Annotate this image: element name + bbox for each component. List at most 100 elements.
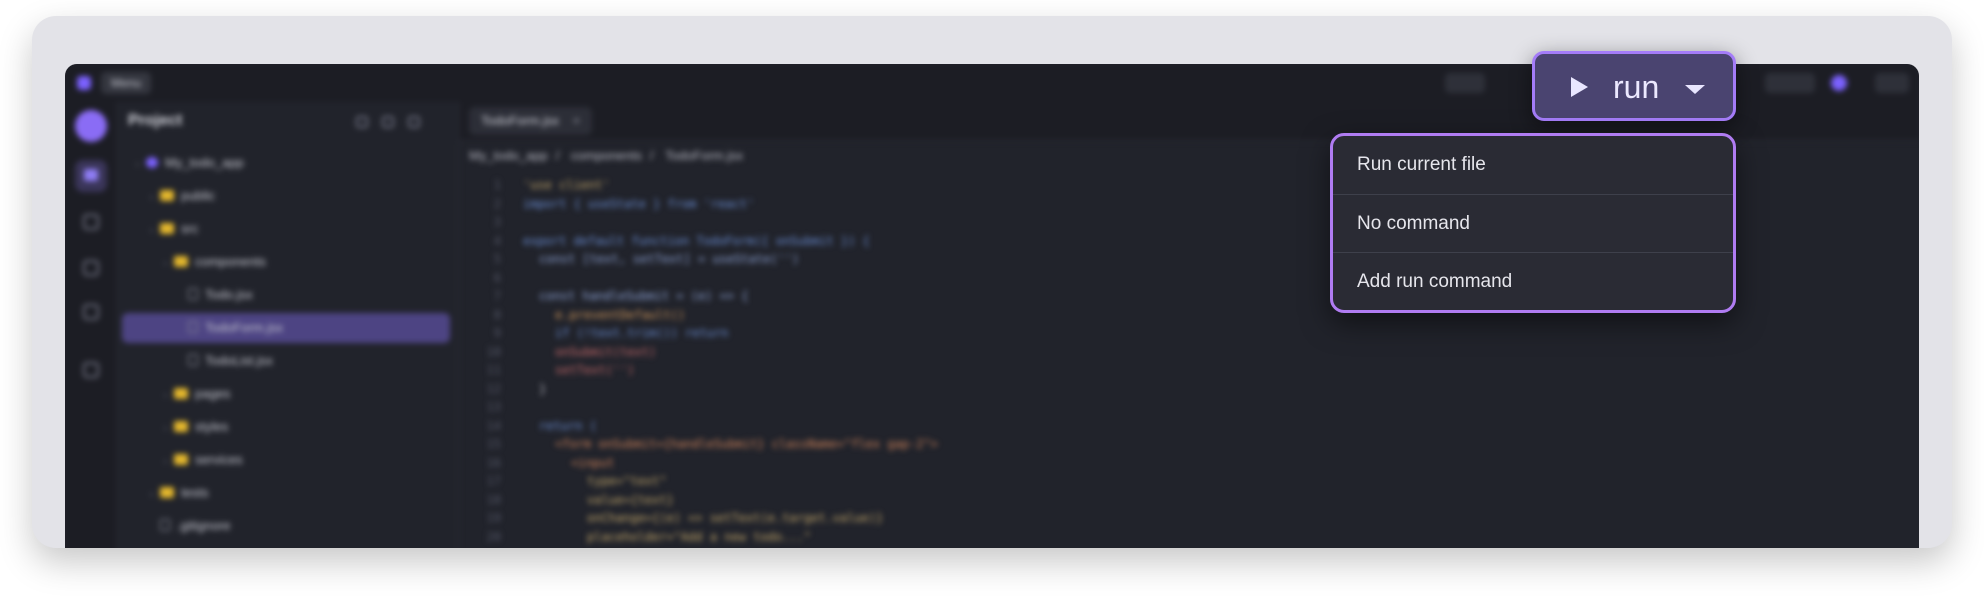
tree-folder[interactable]: › public: [122, 181, 450, 211]
tree-folder[interactable]: › tests: [122, 478, 450, 508]
line-number: 20: [486, 529, 501, 544]
tree-item-label: tests: [181, 485, 209, 500]
run-dropdown-menu: Run current file No command Add run comm…: [1330, 133, 1736, 313]
tree-file[interactable]: TodoList.jsx: [122, 346, 450, 376]
code-line: const handleSubmit = (e) => {: [539, 289, 749, 303]
menu-button[interactable]: Menu: [101, 72, 152, 94]
close-icon[interactable]: ×: [573, 113, 581, 128]
tree-folder[interactable]: › services: [122, 445, 450, 475]
tree-item-label: TodoList.jsx: [205, 353, 273, 368]
line-number: 16: [486, 455, 501, 470]
tree-file[interactable]: .gitignore: [122, 511, 450, 541]
line-number: 18: [486, 492, 501, 507]
line-number: 2: [493, 196, 501, 211]
tree-item-label: public: [181, 188, 215, 203]
folder-icon: [174, 454, 188, 465]
file-icon: [188, 321, 198, 333]
tree-item-label: TodoForm.jsx: [205, 320, 284, 335]
line-number: 14: [486, 418, 501, 433]
breadcrumb-item[interactable]: My_todo_app: [469, 148, 548, 163]
code-line: <form onSubmit={handleSubmit} className=…: [555, 437, 938, 451]
breadcrumb-item[interactable]: components: [571, 148, 642, 163]
line-number: 7: [493, 289, 501, 303]
line-number: 10: [486, 344, 501, 359]
tree-file[interactable]: Todo.jsx: [122, 280, 450, 310]
line-number: 8: [493, 307, 501, 322]
line-number: 6: [493, 270, 501, 285]
tree-folder[interactable]: › src: [122, 214, 450, 244]
code-line: }: [539, 381, 547, 396]
code-line: e.preventDefault(): [555, 307, 686, 322]
tree-item-label: styles: [195, 419, 229, 434]
chevron-right-icon: ›: [164, 258, 168, 269]
git-icon[interactable]: [83, 214, 99, 230]
activity-bar: [65, 102, 118, 548]
chevron-right-icon: ›: [164, 390, 168, 401]
breadcrumb: My_todo_app / components / TodoForm.jsx: [469, 148, 744, 163]
menu-item-no-command[interactable]: No command: [1333, 194, 1733, 252]
store-icon[interactable]: [83, 362, 99, 378]
code-line: const [text, setText] = useState(''): [539, 252, 800, 266]
tree-item-label: My_todo_app: [165, 155, 244, 170]
code-line: value={text}: [587, 492, 674, 507]
line-number: 17: [486, 474, 501, 488]
line-number: 11: [486, 363, 501, 377]
project-icon: [146, 157, 158, 168]
file-icon: [160, 519, 170, 531]
tree-folder[interactable]: › pages: [122, 379, 450, 409]
collapse-icon[interactable]: [382, 116, 394, 128]
refresh-icon[interactable]: [408, 116, 420, 128]
tree-item-label: src: [181, 221, 199, 236]
app-logo-icon: [77, 76, 91, 90]
menu-item-run-current-file[interactable]: Run current file: [1333, 136, 1733, 194]
line-number: 12: [486, 381, 501, 396]
run-button[interactable]: run: [1532, 51, 1736, 121]
toolbar-pill[interactable]: [1765, 73, 1815, 93]
line-number: 15: [486, 437, 501, 451]
tree-file[interactable]: TodoForm.jsx: [122, 313, 450, 343]
file-icon: [188, 354, 198, 366]
chevron-right-icon: ›: [136, 159, 140, 170]
tree-item-label: pages: [195, 386, 231, 401]
editor-tab[interactable]: TodoForm.jsx ×: [469, 107, 593, 135]
gear-icon[interactable]: [83, 260, 99, 276]
file-icon: [188, 288, 198, 300]
menu-item-add-run-command[interactable]: Add run command: [1333, 252, 1733, 310]
code-line: import { useState } from 'react': [523, 196, 755, 211]
line-number: 3: [493, 215, 501, 229]
chevron-right-icon: ›: [150, 192, 154, 203]
breadcrumb-item[interactable]: TodoForm.jsx: [665, 148, 743, 163]
avatar[interactable]: [75, 110, 107, 142]
code-line: 'use client': [523, 178, 610, 192]
folder-icon: [160, 190, 174, 201]
tree-folder[interactable]: › components: [122, 247, 450, 277]
sidebar-title: Project: [128, 112, 183, 129]
toolbar-pill[interactable]: [1445, 73, 1485, 93]
search-icon[interactable]: [83, 304, 99, 320]
code-line: return (: [539, 418, 597, 433]
tree-item-label: components: [195, 254, 266, 269]
tree-folder[interactable]: › styles: [122, 412, 450, 442]
code-line: setText(''): [555, 363, 635, 377]
chevron-down-icon[interactable]: [1685, 85, 1705, 94]
chevron-right-icon: ›: [164, 423, 168, 434]
home-icon[interactable]: [75, 160, 107, 192]
code-line: onSubmit(text): [555, 344, 657, 359]
user-avatar[interactable]: [1831, 75, 1847, 91]
chevron-right-icon: ›: [150, 225, 154, 236]
toolbar-pill[interactable]: [1875, 73, 1909, 93]
tree-file[interactable]: › My_todo_app: [122, 148, 450, 178]
line-number: 19: [486, 511, 501, 525]
code-line: if (!text.trim()) return: [555, 326, 729, 340]
line-number: 1: [493, 178, 501, 192]
line-number: 13: [486, 400, 501, 414]
chevron-right-icon: ›: [164, 456, 168, 467]
folder-icon: [174, 421, 188, 432]
tree-item-label: Todo.jsx: [205, 287, 253, 302]
new-file-icon[interactable]: [356, 116, 368, 128]
code-line: export default function TodoForm({ onSub…: [523, 233, 870, 248]
tree-item-label: .gitignore: [177, 518, 231, 533]
code-line: type="text": [587, 474, 667, 488]
code-line: placeholder="Add a new todo...": [587, 529, 811, 544]
line-number: 9: [493, 326, 501, 340]
